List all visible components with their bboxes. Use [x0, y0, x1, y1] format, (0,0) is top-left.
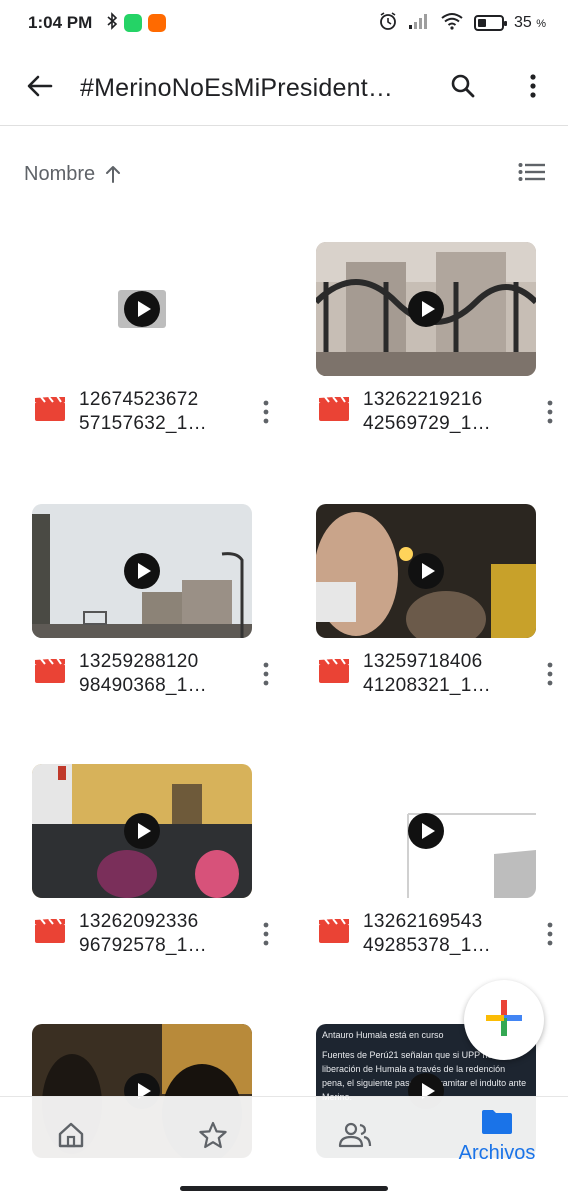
video-file-icon: [35, 395, 65, 421]
video-file-icon: [35, 917, 65, 943]
video-thumbnail[interactable]: [316, 504, 536, 638]
file-more-button[interactable]: [248, 910, 284, 958]
wifi-icon: [440, 12, 464, 35]
file-name: 12674523672 57157632_1…: [79, 389, 207, 434]
file-more-button[interactable]: [248, 650, 284, 698]
alarm-icon: [378, 11, 398, 36]
whatsapp-notification-icon: [124, 14, 143, 32]
battery-icon: [473, 15, 507, 31]
folder-title: #MerinoNoEsMiPresident…: [80, 74, 394, 102]
battery-percent: 35 %: [514, 14, 546, 32]
play-icon: [408, 291, 444, 327]
bluetooth-icon: [106, 11, 118, 35]
sort-ascending-arrow-icon[interactable]: [105, 165, 121, 183]
more-vert-icon: [547, 400, 553, 424]
more-vert-icon: [547, 922, 553, 946]
more-vert-icon: [547, 662, 553, 686]
play-icon: [124, 291, 160, 327]
file-more-button[interactable]: [532, 388, 568, 436]
app-bar: #MerinoNoEsMiPresident…: [0, 52, 568, 126]
signal-icon: [408, 12, 430, 35]
more-options-button[interactable]: [498, 52, 568, 126]
search-icon: [450, 73, 476, 104]
video-thumbnail[interactable]: [316, 764, 536, 898]
back-arrow-icon: [27, 75, 53, 102]
more-vert-icon: [263, 662, 269, 686]
status-right: 35 %: [378, 11, 546, 36]
more-vert-icon: [529, 73, 537, 104]
plus-multicolor-icon: [486, 999, 522, 1041]
video-file-icon: [319, 657, 349, 683]
nav-shared[interactable]: [284, 1097, 426, 1177]
list-view-toggle-button[interactable]: [518, 162, 546, 187]
nav-starred[interactable]: [142, 1097, 284, 1177]
video-file-icon: [319, 917, 349, 943]
status-left: 1:04 PM: [28, 11, 167, 35]
shared-people-icon: [338, 1122, 372, 1153]
video-thumbnail[interactable]: [32, 504, 252, 638]
play-icon: [408, 553, 444, 589]
play-icon: [124, 813, 160, 849]
mi-notification-icon: [148, 14, 167, 32]
file-meta: 13259288120 98490368_1…: [32, 650, 284, 706]
file-name: 13259288120 98490368_1…: [79, 651, 207, 696]
file-meta: 13259718406 41208321_1…: [316, 650, 568, 706]
sort-row: Nombre: [0, 148, 568, 200]
video-thumbnail[interactable]: [316, 242, 536, 376]
video-thumbnail[interactable]: [32, 764, 252, 898]
list-view-icon: [518, 162, 546, 186]
nav-files[interactable]: Archivos: [426, 1097, 568, 1177]
gesture-navigation-bar[interactable]: [180, 1186, 388, 1191]
back-button[interactable]: [0, 52, 80, 126]
file-name: 13259718406 41208321_1…: [363, 651, 491, 696]
video-file-icon: [35, 657, 65, 683]
file-meta: 12674523672 57157632_1…: [32, 388, 284, 444]
file-more-button[interactable]: [532, 650, 568, 698]
video-file-icon: [319, 395, 349, 421]
battery-level-fill: [477, 19, 486, 27]
more-vert-icon: [263, 400, 269, 424]
file-meta: 13262092336 96792578_1…: [32, 910, 284, 966]
file-meta: 13262219216 42569729_1…: [316, 388, 568, 444]
status-time: 1:04 PM: [28, 13, 93, 32]
play-icon: [124, 553, 160, 589]
file-more-button[interactable]: [248, 388, 284, 436]
app-bar-actions: [428, 52, 568, 126]
file-name: 13262169543 49285378_1…: [363, 911, 491, 956]
folder-icon: [481, 1109, 513, 1140]
sort-by-name-button[interactable]: Nombre: [24, 163, 95, 186]
bottom-navigation: Archivos: [0, 1096, 568, 1200]
file-meta: 13262169543 49285378_1…: [316, 910, 568, 966]
battery-percent-unit: %: [536, 18, 546, 30]
more-vert-icon: [263, 922, 269, 946]
video-thumbnail[interactable]: [32, 242, 252, 376]
home-icon: [57, 1122, 85, 1153]
nav-home[interactable]: [0, 1097, 142, 1177]
file-name: 13262219216 42569729_1…: [363, 389, 491, 434]
play-icon: [408, 813, 444, 849]
status-bar: 1:04 PM 35 %: [0, 0, 568, 46]
search-button[interactable]: [428, 52, 498, 126]
star-icon: [198, 1121, 228, 1154]
file-more-button[interactable]: [532, 910, 568, 958]
file-name: 13262092336 96792578_1…: [79, 911, 207, 956]
battery-percent-value: 35: [513, 14, 532, 31]
nav-files-label: Archivos: [458, 1142, 536, 1164]
new-item-fab[interactable]: [464, 980, 544, 1060]
